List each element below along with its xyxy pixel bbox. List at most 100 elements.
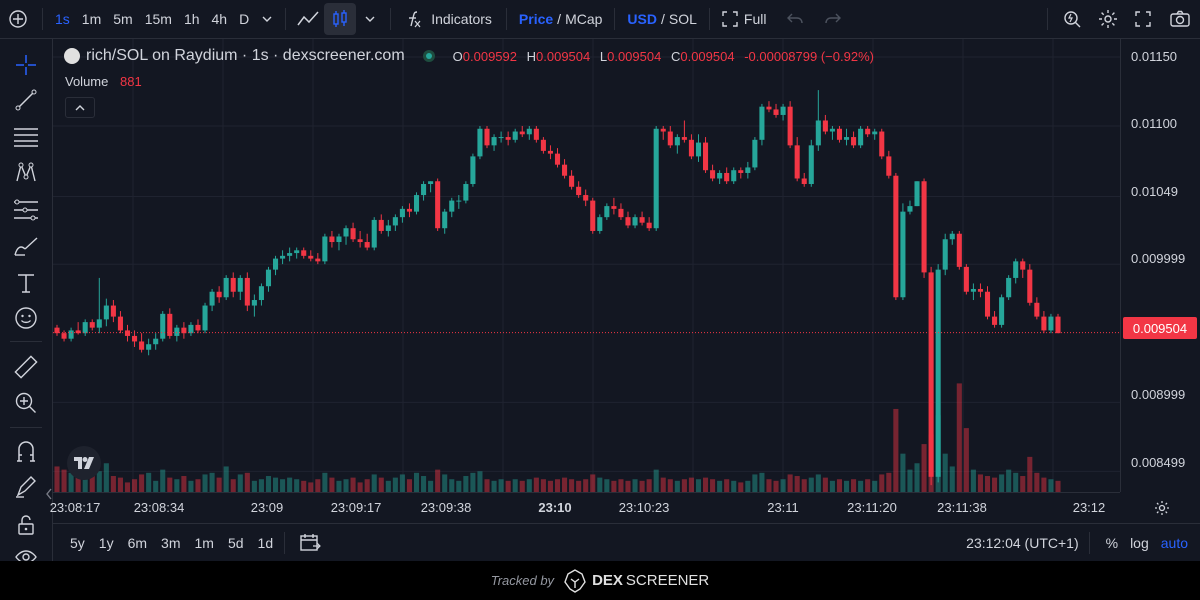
chart-type-dropdown[interactable]	[356, 0, 384, 38]
undo-button[interactable]	[772, 0, 818, 38]
percent-scale-toggle[interactable]: %	[1100, 535, 1124, 551]
candle-body	[505, 137, 511, 140]
screenshot-button[interactable]	[1160, 0, 1200, 38]
chevron-down-icon	[364, 13, 376, 25]
candle-body	[124, 330, 131, 336]
timeframe-1s[interactable]: 1s	[49, 0, 76, 38]
candle-body	[477, 128, 483, 157]
volume-bar	[794, 476, 800, 492]
usd-option[interactable]: USD	[627, 11, 657, 27]
ruler-tool[interactable]	[12, 353, 40, 381]
sol-option[interactable]: SOL	[669, 11, 697, 27]
price-option[interactable]: Price	[519, 11, 553, 27]
candle-body	[836, 128, 843, 140]
candle-body	[202, 305, 208, 331]
chart-type-candles-button[interactable]	[324, 3, 357, 35]
volume-bar	[942, 453, 948, 492]
range-3m[interactable]: 3m	[154, 535, 187, 551]
pattern-tool[interactable]	[12, 159, 40, 187]
timeframe-15m[interactable]: 15m	[139, 0, 178, 38]
indicators-button[interactable]: Indicators	[397, 0, 500, 38]
emoji-tool[interactable]	[12, 304, 40, 332]
range-1m[interactable]: 1m	[188, 535, 221, 551]
chart-pane[interactable]	[53, 39, 1120, 492]
range-5d[interactable]: 5d	[221, 535, 251, 551]
volume-bar	[590, 474, 596, 492]
volume-bar	[766, 479, 772, 492]
range-6m[interactable]: 6m	[121, 535, 154, 551]
candle-body	[195, 324, 201, 331]
divider	[390, 8, 392, 30]
candle-body	[533, 128, 539, 140]
candle-body	[308, 255, 314, 259]
quick-search-button[interactable]	[1054, 0, 1090, 38]
zoom-tool[interactable]	[12, 389, 40, 417]
candle-body	[646, 222, 652, 229]
redo-button[interactable]	[818, 0, 848, 38]
volume-bar	[702, 477, 709, 492]
log-scale-toggle[interactable]: log	[1124, 535, 1155, 551]
auto-scale-toggle[interactable]: auto	[1155, 535, 1194, 551]
volume-bar	[413, 472, 420, 492]
candle-body	[146, 344, 152, 350]
lock-tool[interactable]	[12, 511, 40, 539]
volume-bar	[399, 474, 405, 492]
volume-bar	[632, 479, 638, 492]
time-axis[interactable]: 23:08:17 23:08:34 23:09 23:09:17 23:09:3…	[50, 492, 1120, 524]
candle-body	[132, 335, 138, 342]
drawing-toolbar	[0, 39, 53, 564]
time-label: 23:12	[1072, 500, 1106, 515]
candle-body	[280, 255, 286, 259]
price-axis[interactable]: 0.01150 0.01100 0.01049 0.009999 0.00899…	[1120, 39, 1200, 492]
function-icon	[405, 9, 423, 29]
axis-settings-button[interactable]	[1150, 497, 1174, 519]
symbol-title[interactable]: rich/SOL on Raydium · 1s · dexscreener.c…	[86, 47, 405, 65]
candle-body	[103, 305, 109, 320]
text-tool[interactable]	[12, 269, 40, 297]
stay-in-drawing-tool[interactable]	[12, 473, 40, 501]
low-value: 0.009504	[607, 48, 662, 64]
collapse-legend-button[interactable]	[65, 97, 95, 118]
brush-tool[interactable]	[12, 233, 40, 261]
price-mcap-toggle[interactable]: Price / MCap	[513, 0, 609, 38]
timeframe-1h[interactable]: 1h	[178, 0, 206, 38]
fullscreen-button[interactable]: Full	[716, 0, 773, 38]
candle-body	[265, 269, 272, 287]
currency-toggle[interactable]: USD / SOL	[621, 0, 702, 38]
volume-bar	[329, 477, 335, 492]
timeframe-4h[interactable]: 4h	[206, 0, 234, 38]
candle-body	[970, 288, 976, 292]
volume-bar	[456, 480, 462, 492]
candle-body	[89, 322, 95, 328]
candle-body	[632, 217, 638, 226]
candle-body	[1034, 302, 1040, 317]
range-1y[interactable]: 1y	[92, 535, 121, 551]
candle-body	[470, 156, 476, 185]
fib-tool[interactable]	[12, 196, 40, 224]
add-symbol-button[interactable]	[0, 0, 36, 38]
candle-body	[435, 181, 441, 229]
timeframe-5m[interactable]: 5m	[107, 0, 138, 38]
horizontal-lines-tool[interactable]	[12, 122, 40, 150]
range-5y[interactable]: 5y	[63, 535, 92, 551]
mcap-option[interactable]: MCap	[565, 11, 602, 27]
timeframe-d[interactable]: D	[233, 0, 255, 38]
volume-bar	[505, 480, 511, 492]
volume-bar	[681, 479, 687, 492]
candle-body	[639, 217, 645, 223]
settings-button[interactable]	[1090, 0, 1126, 38]
clock-timezone[interactable]: 23:12:04 (UTC+1)	[966, 535, 1078, 551]
volume-bar	[519, 480, 525, 492]
tradingview-logo[interactable]	[67, 446, 101, 480]
timeframe-dropdown[interactable]	[255, 0, 279, 38]
magnet-tool[interactable]	[12, 437, 40, 465]
chart-type-line-button[interactable]	[292, 0, 324, 38]
trend-line-tool[interactable]	[12, 86, 40, 114]
fullscreen-icon	[722, 11, 738, 27]
candle-body	[928, 272, 934, 477]
crosshair-tool[interactable]	[12, 51, 40, 79]
fullscreen-toggle-button[interactable]	[1126, 0, 1160, 38]
range-1d[interactable]: 1d	[251, 535, 281, 551]
goto-date-button[interactable]	[293, 533, 327, 553]
timeframe-1m[interactable]: 1m	[76, 0, 107, 38]
